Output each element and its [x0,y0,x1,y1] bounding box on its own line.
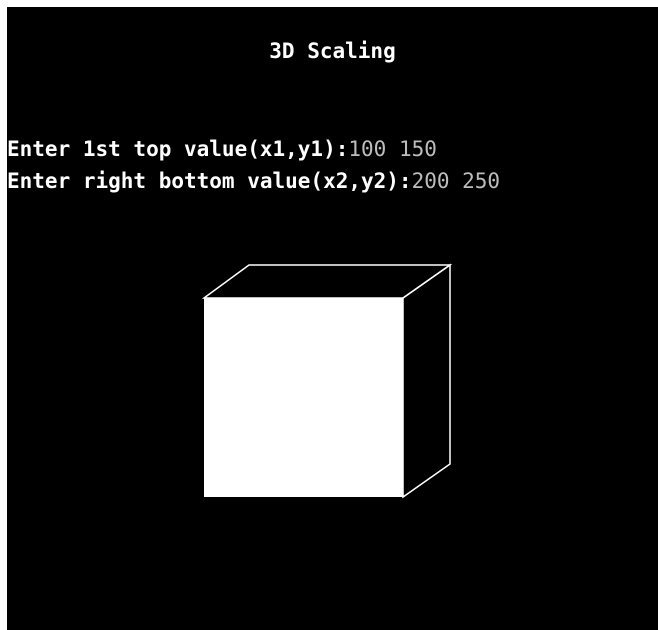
console-screen: 3D Scaling Enter 1st top value(x1,y1):10… [7,7,658,630]
scaled-cube-canvas [201,263,453,499]
cube-front-face [204,298,403,497]
cube-top-face [201,264,453,299]
cube-side-face [402,263,451,499]
scaled-cube [201,263,453,499]
